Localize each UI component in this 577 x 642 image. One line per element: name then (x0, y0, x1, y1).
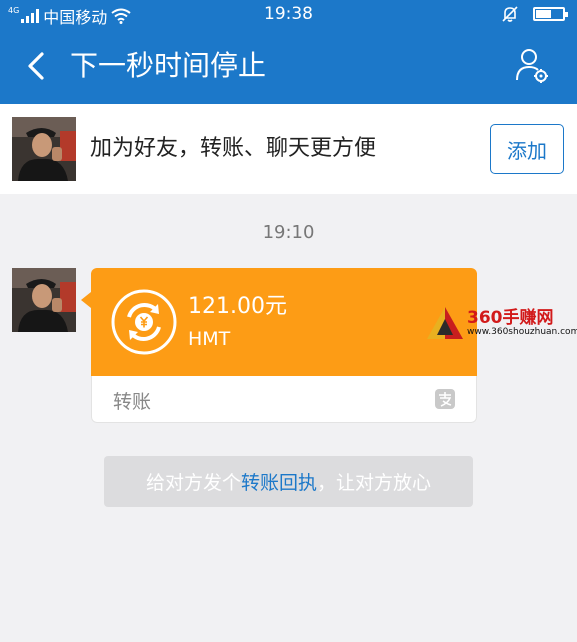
yuan-exchange-icon (111, 289, 177, 355)
chat-title: 下一秒时间停止 (70, 49, 267, 82)
add-friend-prompt: 加为好友，转账、聊天更方便 (90, 136, 377, 161)
transfer-card-footer: 转账 (91, 376, 477, 423)
transfer-card-header: 121.00元 HMT (81, 268, 477, 376)
receipt-prompt: 给对方发个 转账回执 ，让对方放心 (104, 456, 473, 507)
receipt-prefix: 给对方发个 (145, 472, 241, 494)
add-friend-button[interactable]: 添加 (490, 124, 564, 174)
add-friend-bar: 加为好友，转账、聊天更方便 添加 (0, 104, 577, 194)
battery-icon (533, 7, 568, 21)
receipt-suffix: ，让对方放心 (317, 472, 432, 494)
status-time: 19:38 (264, 4, 313, 24)
transfer-amount: 121.00元 (188, 294, 287, 319)
watermark-brand: 360手赚网 (467, 308, 554, 328)
alipay-icon (435, 389, 455, 409)
chevron-left-icon (28, 52, 44, 80)
avatar[interactable] (12, 117, 76, 181)
profile-settings-icon (516, 49, 548, 83)
back-button[interactable] (18, 48, 54, 84)
sender-avatar[interactable] (12, 268, 76, 332)
transfer-note: HMT (188, 328, 231, 350)
message-timestamp: 19:10 (262, 222, 315, 243)
watermark: 360手赚网 www.360shouzhuan.com (425, 303, 577, 343)
transfer-card[interactable]: 121.00元 HMT 转账 (81, 268, 477, 423)
title-bar: 下一秒时间停止 (0, 28, 577, 104)
profile-settings-button[interactable] (513, 46, 553, 86)
status-bar: 4G 中国移动 19:38 (0, 0, 577, 28)
transfer-kind-label: 转账 (113, 391, 152, 413)
transfer-receipt-link[interactable]: 转账回执 (241, 468, 317, 495)
status-right (501, 5, 568, 23)
mute-icon (502, 6, 518, 22)
watermark-url: www.360shouzhuan.com (467, 327, 577, 337)
watermark-logo (427, 307, 463, 339)
